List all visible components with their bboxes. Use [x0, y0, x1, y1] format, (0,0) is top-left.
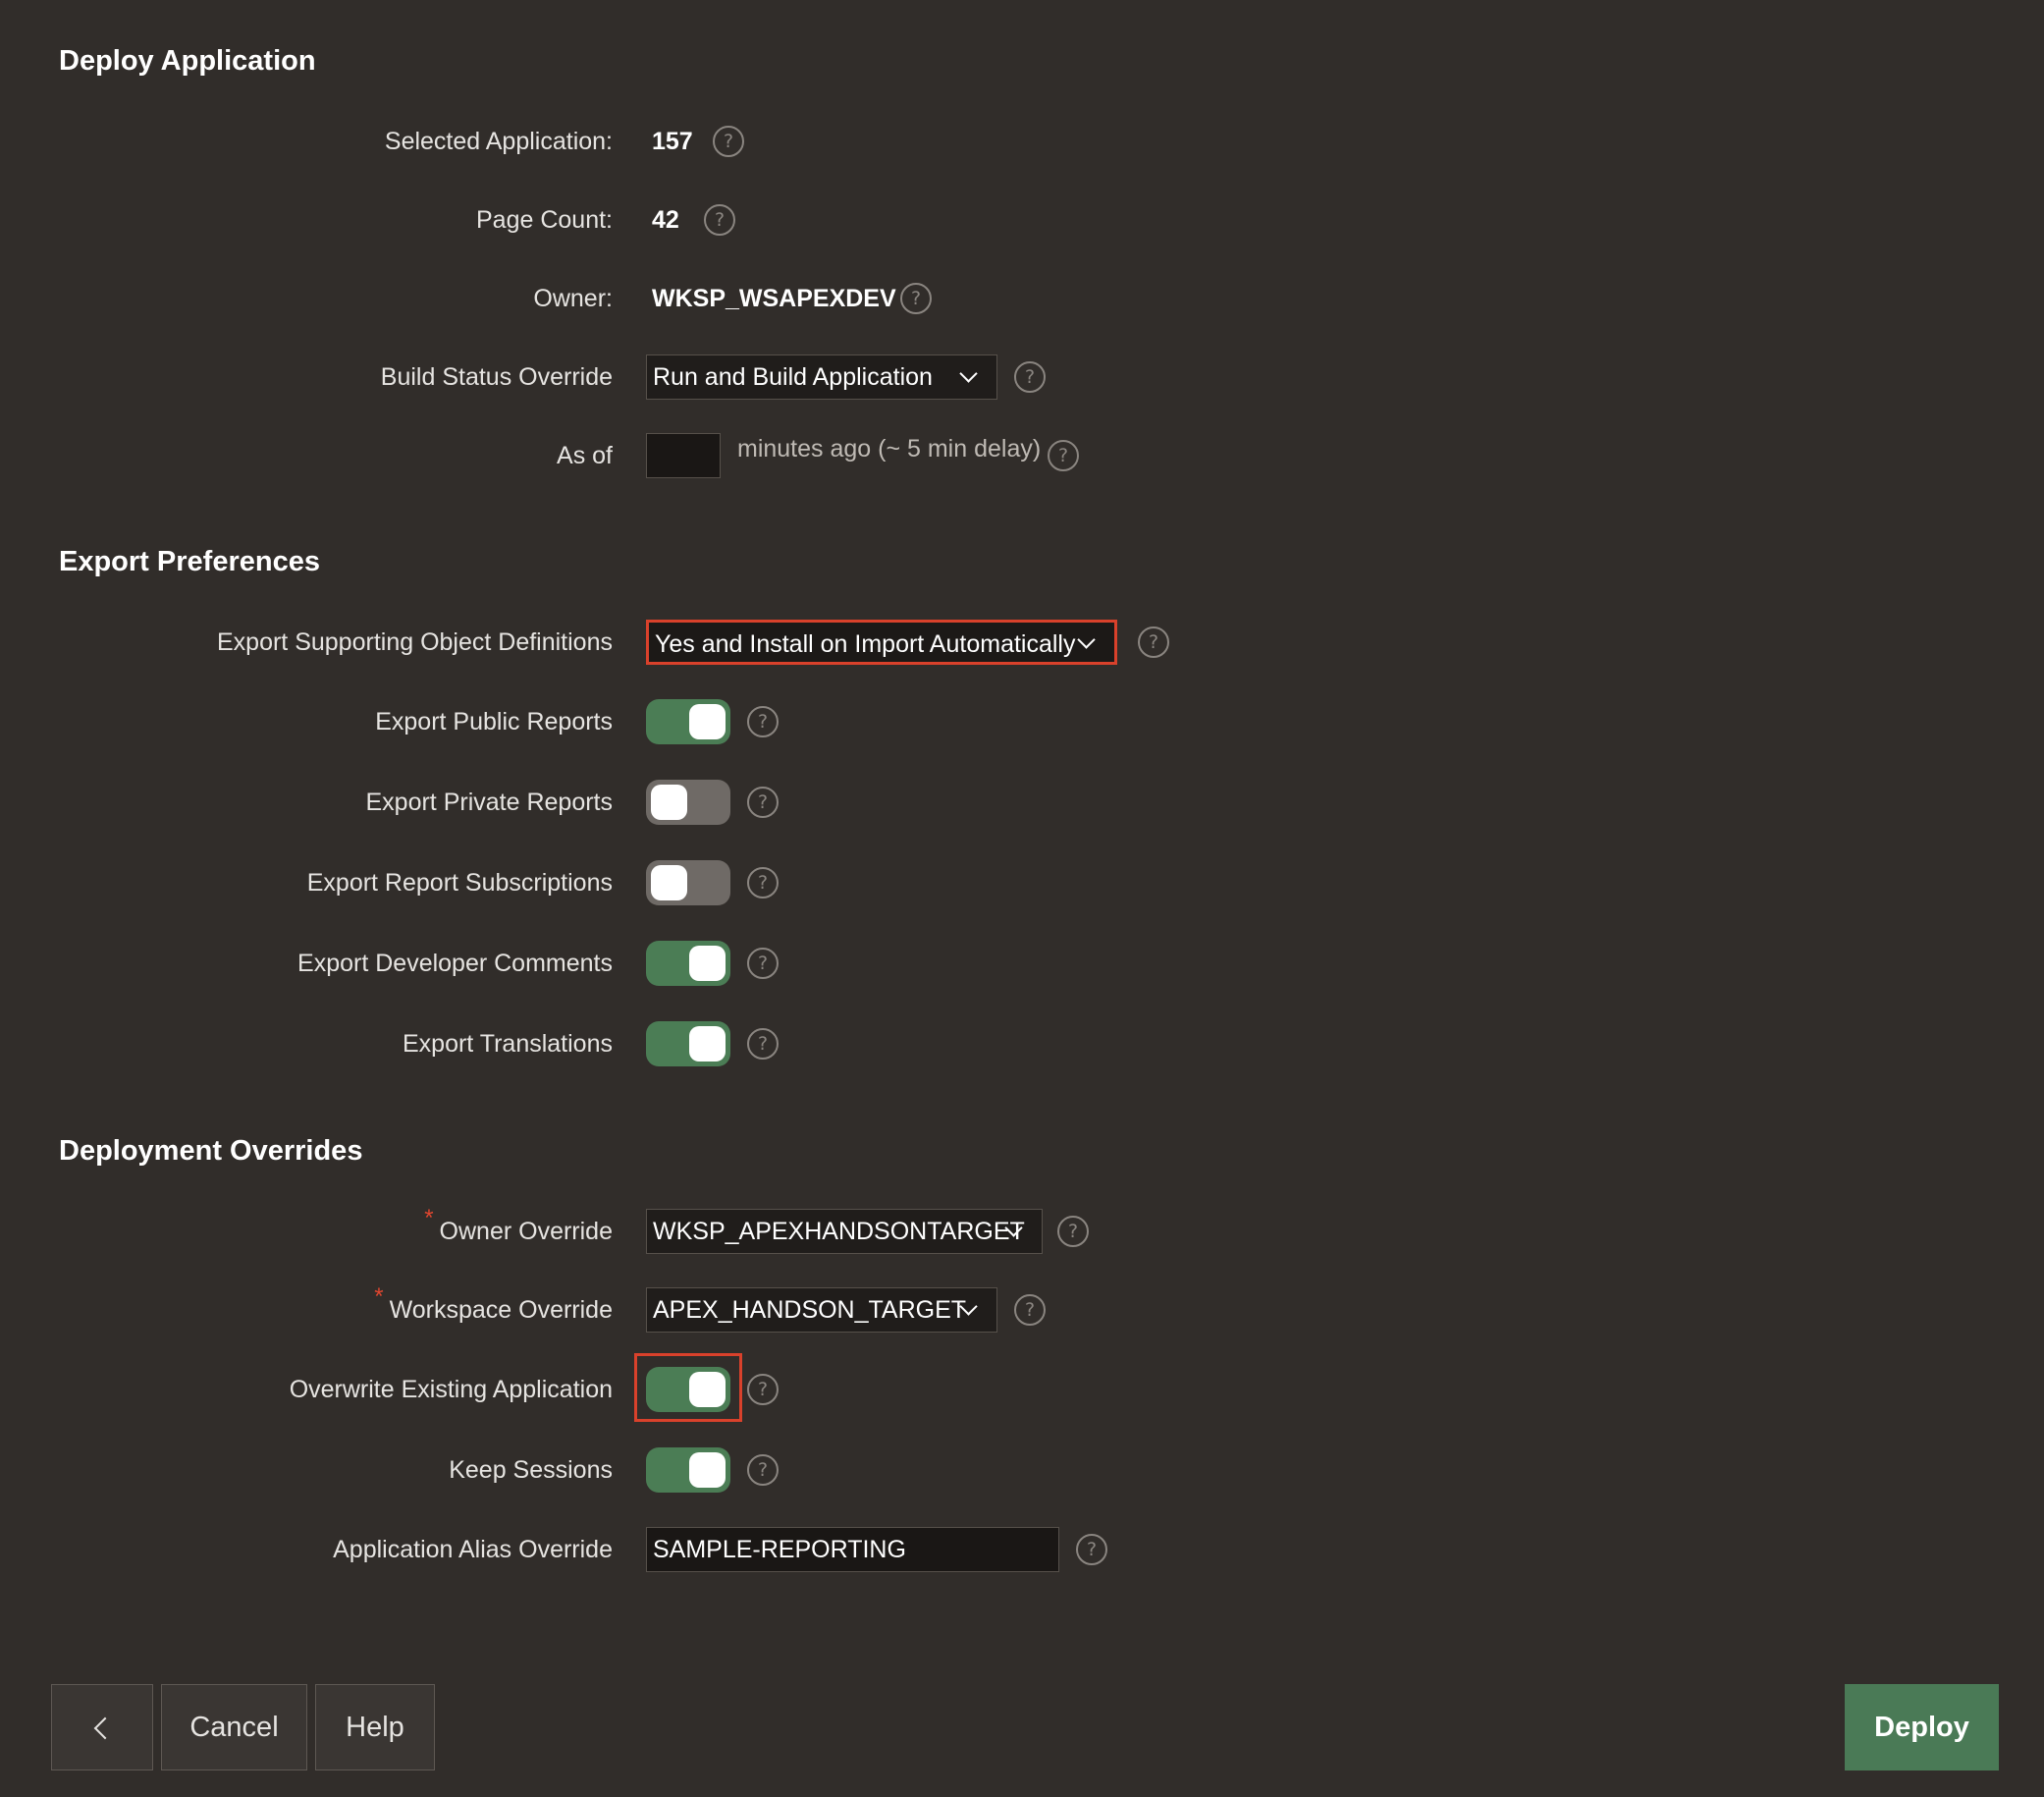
help-icon[interactable]: ?: [900, 283, 932, 314]
build-status-select-value: Run and Build Application: [653, 363, 933, 391]
export-public-reports-label: Export Public Reports: [375, 708, 613, 735]
build-status-row: Build Status Override Run and Build Appl…: [0, 354, 2044, 404]
chevron-left-icon: [93, 1716, 117, 1740]
help-icon[interactable]: ?: [1057, 1216, 1089, 1247]
help-icon[interactable]: ?: [1014, 1294, 1046, 1326]
toggle-knob: [651, 785, 687, 820]
build-status-select[interactable]: Run and Build Application: [646, 354, 997, 400]
help-icon[interactable]: ?: [713, 126, 744, 157]
overwrite-existing-row: Overwrite Existing Application ?: [0, 1353, 2044, 1422]
export-developer-comments-toggle[interactable]: [646, 941, 730, 986]
export-report-subscriptions-toggle[interactable]: [646, 860, 730, 905]
export-supporting-objects-label: Export Supporting Object Definitions: [217, 628, 613, 656]
help-icon[interactable]: ?: [747, 1028, 779, 1060]
page-count-label: Page Count:: [476, 206, 613, 234]
export-supporting-objects-value: Yes and Install on Import Automatically: [655, 630, 1076, 658]
help-icon[interactable]: ?: [747, 867, 779, 898]
owner-value: WKSP_WSAPEXDEV: [652, 285, 896, 312]
workspace-override-label-text: Workspace Override: [389, 1296, 613, 1324]
selected-application-row: Selected Application: 157 ?: [0, 117, 2044, 166]
help-icon[interactable]: ?: [747, 1454, 779, 1486]
toggle-knob: [651, 865, 687, 900]
owner-override-row: * Owner Override WKSP_APEXHANDSONTARGET ?: [0, 1205, 2044, 1258]
export-developer-comments-row: Export Developer Comments ?: [0, 941, 2044, 990]
workspace-override-select[interactable]: APEX_HANDSON_TARGET: [646, 1287, 997, 1333]
export-private-reports-toggle[interactable]: [646, 780, 730, 825]
help-icon[interactable]: ?: [747, 787, 779, 818]
export-report-subscriptions-label: Export Report Subscriptions: [306, 869, 613, 897]
keep-sessions-toggle[interactable]: [646, 1447, 730, 1493]
owner-override-label-text: Owner Override: [439, 1218, 613, 1245]
deploy-application-heading: Deploy Application: [59, 45, 316, 77]
owner-row: Owner: WKSP_WSAPEXDEV ?: [0, 274, 2044, 323]
owner-label: Owner:: [533, 285, 613, 312]
help-icon[interactable]: ?: [747, 1374, 779, 1405]
as-of-row: As of minutes ago (~ 5 min delay) ?: [0, 433, 2044, 482]
export-preferences-heading: Export Preferences: [59, 546, 320, 577]
deployment-overrides-heading: Deployment Overrides: [59, 1135, 363, 1167]
help-icon[interactable]: ?: [1076, 1534, 1107, 1565]
toggle-knob: [689, 1372, 726, 1407]
owner-override-label: * Owner Override: [424, 1205, 613, 1256]
export-supporting-objects-select[interactable]: Yes and Install on Import Automatically: [646, 620, 1117, 665]
overwrite-existing-label: Overwrite Existing Application: [289, 1376, 613, 1403]
help-icon[interactable]: ?: [1048, 440, 1079, 471]
chevron-down-icon: [1077, 630, 1096, 649]
export-translations-toggle[interactable]: [646, 1021, 730, 1066]
help-icon[interactable]: ?: [1138, 626, 1169, 658]
keep-sessions-row: Keep Sessions ?: [0, 1447, 2044, 1497]
as-of-label: As of: [557, 442, 613, 469]
required-marker: *: [374, 1283, 384, 1310]
toggle-knob: [689, 704, 726, 739]
page-count-row: Page Count: 42 ?: [0, 195, 2044, 245]
help-icon[interactable]: ?: [747, 948, 779, 979]
page-count-value: 42: [652, 206, 679, 234]
help-icon[interactable]: ?: [704, 204, 735, 236]
workspace-override-label: * Workspace Override: [374, 1283, 613, 1334]
export-report-subscriptions-row: Export Report Subscriptions ?: [0, 860, 2044, 909]
export-translations-row: Export Translations ?: [0, 1021, 2044, 1070]
export-private-reports-row: Export Private Reports ?: [0, 780, 2044, 829]
owner-override-value: WKSP_APEXHANDSONTARGET: [653, 1218, 1025, 1245]
chevron-down-icon: [959, 364, 978, 383]
export-private-reports-label: Export Private Reports: [365, 789, 614, 816]
selected-application-value: 157: [652, 128, 693, 155]
export-public-reports-toggle[interactable]: [646, 699, 730, 744]
overwrite-existing-toggle[interactable]: [646, 1367, 730, 1412]
keep-sessions-label: Keep Sessions: [449, 1456, 613, 1484]
alias-override-input[interactable]: [646, 1527, 1059, 1572]
workspace-override-value: APEX_HANDSON_TARGET: [653, 1296, 967, 1324]
help-icon[interactable]: ?: [747, 706, 779, 737]
help-button[interactable]: Help: [315, 1684, 435, 1770]
export-translations-label: Export Translations: [403, 1030, 613, 1058]
toggle-knob: [689, 946, 726, 981]
workspace-override-row: * Workspace Override APEX_HANDSON_TARGET …: [0, 1283, 2044, 1336]
export-public-reports-row: Export Public Reports ?: [0, 699, 2044, 748]
required-marker: *: [424, 1205, 434, 1231]
export-developer-comments-label: Export Developer Comments: [297, 950, 613, 977]
owner-override-select[interactable]: WKSP_APEXHANDSONTARGET: [646, 1209, 1043, 1254]
alias-override-label: Application Alias Override: [333, 1536, 613, 1563]
toggle-knob: [689, 1026, 726, 1062]
help-icon[interactable]: ?: [1014, 361, 1046, 393]
selected-application-label: Selected Application:: [384, 128, 613, 155]
as-of-minutes-input[interactable]: [646, 433, 721, 478]
back-button[interactable]: [51, 1684, 153, 1770]
alias-override-row: Application Alias Override ?: [0, 1527, 2044, 1576]
toggle-knob: [689, 1452, 726, 1488]
as-of-suffix: minutes ago (~ 5 min delay): [737, 435, 1042, 463]
cancel-button[interactable]: Cancel: [161, 1684, 307, 1770]
export-supporting-objects-row: Export Supporting Object Definitions Yes…: [0, 620, 2044, 669]
build-status-label: Build Status Override: [380, 363, 613, 391]
deploy-button[interactable]: Deploy: [1845, 1684, 1999, 1770]
